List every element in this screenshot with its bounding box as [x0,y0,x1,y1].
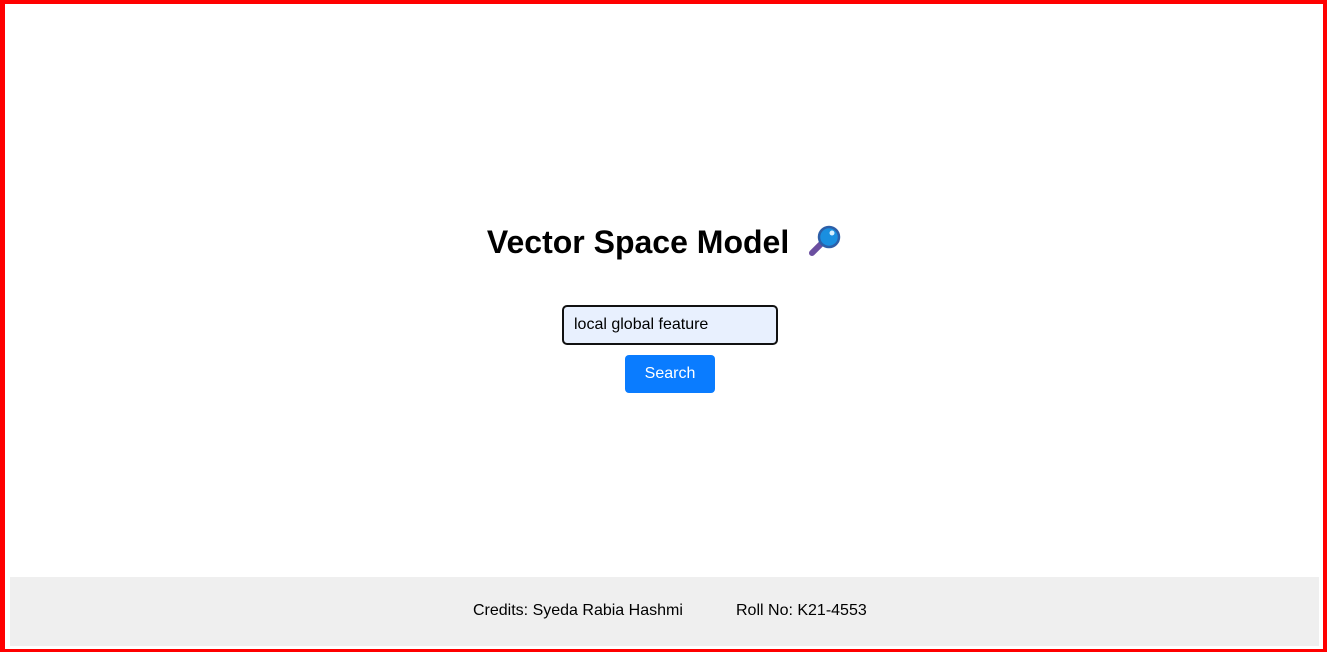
search-button[interactable]: Search [625,355,715,393]
footer-credits: Credits: Syeda Rabia Hashmi [473,602,683,619]
magnifying-glass-icon [808,225,842,265]
main-content: Vector Space Model Search [10,8,1319,577]
page-title-text: Vector Space Model [486,224,790,260]
footer-roll-no: Roll No: K21-4553 [736,602,867,619]
footer: Credits: Syeda Rabia Hashmi Roll No: K21… [10,577,1319,646]
page-frame: Vector Space Model Search Credits: Syeda… [0,0,1327,652]
page-title: Vector Space Model [10,224,1319,265]
search-input[interactable] [562,305,778,345]
